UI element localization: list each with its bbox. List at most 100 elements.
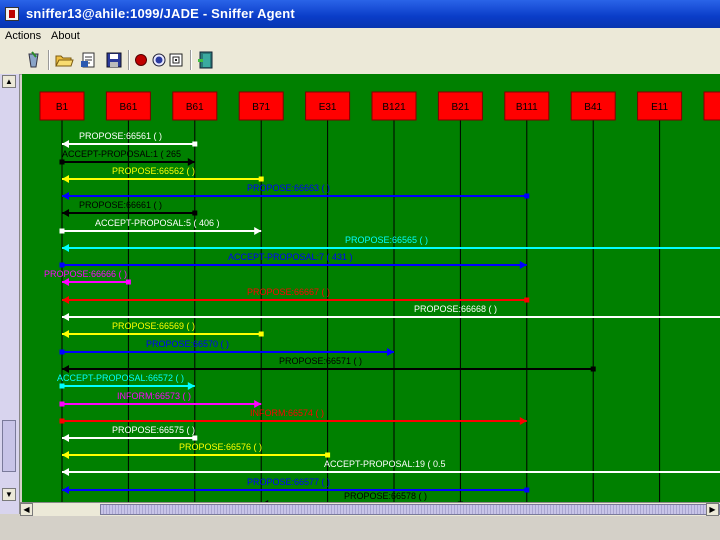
message-origin-marker xyxy=(192,210,198,216)
horizontal-scrollbar[interactable]: ◀ ▶ xyxy=(20,502,720,516)
message-arrow[interactable]: INFORM:66574 ( ) xyxy=(59,408,527,425)
agent-box[interactable]: B71 xyxy=(238,91,284,121)
agent-name: B41 xyxy=(584,102,602,113)
toolbar-separator xyxy=(190,50,192,70)
message-origin-marker xyxy=(59,383,65,389)
show-only-icon[interactable] xyxy=(166,51,186,69)
agent-name: B71 xyxy=(252,102,270,113)
message-origin-marker xyxy=(524,297,530,303)
message-arrow[interactable]: PROPOSE:66575 ( ) xyxy=(62,425,198,442)
message-arrow[interactable]: PROPOSE:66578 ( ) xyxy=(261,491,463,502)
exit-icon[interactable] xyxy=(196,51,216,69)
message-origin-marker xyxy=(59,349,65,355)
message-arrow[interactable]: PROPOSE:66561 ( ) xyxy=(62,131,198,148)
message-arrow[interactable]: PROPOSE:66576 ( ) xyxy=(62,442,331,459)
agent-box[interactable]: E11 xyxy=(637,91,683,121)
arrowhead-icon xyxy=(254,400,262,408)
arrowhead-icon xyxy=(187,382,195,390)
message-label: PROPOSE:66570 ( ) xyxy=(146,339,229,349)
message-label: PROPOSE:66569 ( ) xyxy=(112,321,195,331)
message-arrow[interactable]: PROPOSE:66661 ( ) xyxy=(62,200,198,217)
message-arrow[interactable]: PROPOSE:66666 ( ) xyxy=(44,269,131,286)
message-arrow[interactable]: PROPOSE:66667 ( ) xyxy=(62,287,530,304)
message-label: PROPOSE:66577 ( ) xyxy=(247,477,330,487)
message-label: PROPOSE:66668 ( ) xyxy=(414,304,497,314)
vertical-scroll-thumb[interactable] xyxy=(2,420,16,472)
do-sniff-icon[interactable] xyxy=(131,51,151,69)
scroll-up-icon[interactable]: ▲ xyxy=(2,75,16,88)
agent-name: B111 xyxy=(516,102,538,113)
arrowhead-icon xyxy=(519,417,527,425)
message-arrow[interactable]: PROPOSE:66562 ( ) xyxy=(62,166,264,183)
message-origin-marker xyxy=(192,435,198,441)
horizontal-scroll-thumb[interactable] xyxy=(100,504,720,515)
message-label: PROPOSE:66565 ( ) xyxy=(345,235,428,245)
scroll-right-icon[interactable]: ▶ xyxy=(706,503,719,516)
message-label: PROPOSE:66663 ( ) xyxy=(247,183,330,193)
sniffer-canvas[interactable]: B1 B61 B61 B71 E31 B121 B21 B111 B41 E11 B PROPOSE… xyxy=(22,74,720,502)
agent-name: E31 xyxy=(319,102,337,113)
message-arrow[interactable]: PROPOSE:66570 ( ) xyxy=(59,339,395,356)
save-file-icon[interactable] xyxy=(104,51,124,69)
arrowhead-icon xyxy=(62,434,69,442)
message-origin-marker xyxy=(524,193,530,199)
agent-box[interactable]: B111 xyxy=(504,91,550,121)
agent-box[interactable]: B1 xyxy=(39,91,85,121)
toolbar-separator xyxy=(48,50,50,70)
menu-actions[interactable]: Actions xyxy=(5,30,41,42)
agent-name: B121 xyxy=(382,102,406,113)
menu-bar: Actions About xyxy=(0,28,720,46)
toolbar-separator xyxy=(128,50,130,70)
arrowhead-icon xyxy=(62,278,69,286)
agent-box[interactable]: B xyxy=(703,91,720,121)
message-label: ACCEPT-PROPOSAL:1 ( 265 xyxy=(62,149,181,159)
arrowhead-icon xyxy=(62,486,69,494)
arrowhead-icon xyxy=(62,313,69,321)
sequence-diagram: B1 B61 B61 B71 E31 B121 B21 B111 B41 E11 B PROPOSE… xyxy=(39,91,720,502)
message-arrow[interactable]: ACCEPT-PROPOSAL:5 ( 406 ) xyxy=(59,218,262,235)
open-file-icon[interactable] xyxy=(54,51,74,69)
message-arrow[interactable]: ACCEPT-PROPOSAL:66572 ( ) xyxy=(57,373,195,390)
arrowhead-icon xyxy=(62,209,69,217)
message-origin-marker xyxy=(59,228,65,234)
agent-name: B61 xyxy=(120,102,138,113)
message-label: ACCEPT-PROPOSAL:66572 ( ) xyxy=(57,373,184,383)
arrowhead-icon xyxy=(387,348,394,356)
menu-about[interactable]: About xyxy=(51,30,80,42)
agent-box[interactable]: B61 xyxy=(172,91,218,121)
message-arrow[interactable]: PROPOSE:66663 ( ) xyxy=(62,183,530,200)
agent-box[interactable]: B61 xyxy=(105,91,151,121)
message-origin-marker xyxy=(258,176,264,182)
arrowhead-icon xyxy=(62,192,69,200)
message-origin-marker xyxy=(59,418,65,424)
message-origin-marker xyxy=(325,452,331,458)
message-label: PROPOSE:66561 ( ) xyxy=(79,131,162,141)
app-icon[interactable] xyxy=(5,7,19,21)
write-messages-icon[interactable] xyxy=(79,51,99,69)
arrowhead-icon xyxy=(254,227,262,235)
message-arrow[interactable]: PROPOSE:66577 ( ) xyxy=(62,477,530,494)
message-arrow[interactable]: INFORM:66573 ( ) xyxy=(59,391,262,408)
agent-box[interactable]: B41 xyxy=(570,91,616,121)
message-arrow[interactable]: PROPOSE:66571 ( ) xyxy=(62,356,596,373)
agent-box-rect[interactable] xyxy=(703,91,720,121)
agent-box[interactable]: E31 xyxy=(305,91,351,121)
scroll-left-icon[interactable]: ◀ xyxy=(20,503,33,516)
agent-box[interactable]: B121 xyxy=(371,91,417,121)
message-arrow[interactable]: ACCEPT-PROPOSAL:19 ( 0.5 xyxy=(62,459,720,476)
message-arrow[interactable]: ACCEPT-PROPOSAL:7 ( 431 ) xyxy=(59,252,527,269)
agent-box[interactable]: B21 xyxy=(437,91,483,121)
message-label: INFORM:66574 ( ) xyxy=(250,408,324,418)
scroll-down-icon[interactable]: ▼ xyxy=(2,488,16,501)
message-arrow[interactable]: ACCEPT-PROPOSAL:1 ( 265 xyxy=(59,149,195,166)
window-title: sniffer13@ahile:1099/JADE - Sniffer Agen… xyxy=(26,6,295,21)
message-label: INFORM:66573 ( ) xyxy=(117,391,191,401)
vertical-scrollbar[interactable]: ▲ ▼ xyxy=(0,74,20,514)
message-arrow[interactable]: PROPOSE:66565 ( ) xyxy=(62,235,720,252)
message-arrow[interactable]: PROPOSE:66569 ( ) xyxy=(62,321,264,338)
clear-canvas-icon[interactable] xyxy=(24,51,44,69)
message-label: PROPOSE:66571 ( ) xyxy=(279,356,362,366)
arrowhead-icon xyxy=(62,365,69,373)
arrowhead-icon xyxy=(62,296,69,304)
message-arrow[interactable]: PROPOSE:66668 ( ) xyxy=(62,304,720,321)
